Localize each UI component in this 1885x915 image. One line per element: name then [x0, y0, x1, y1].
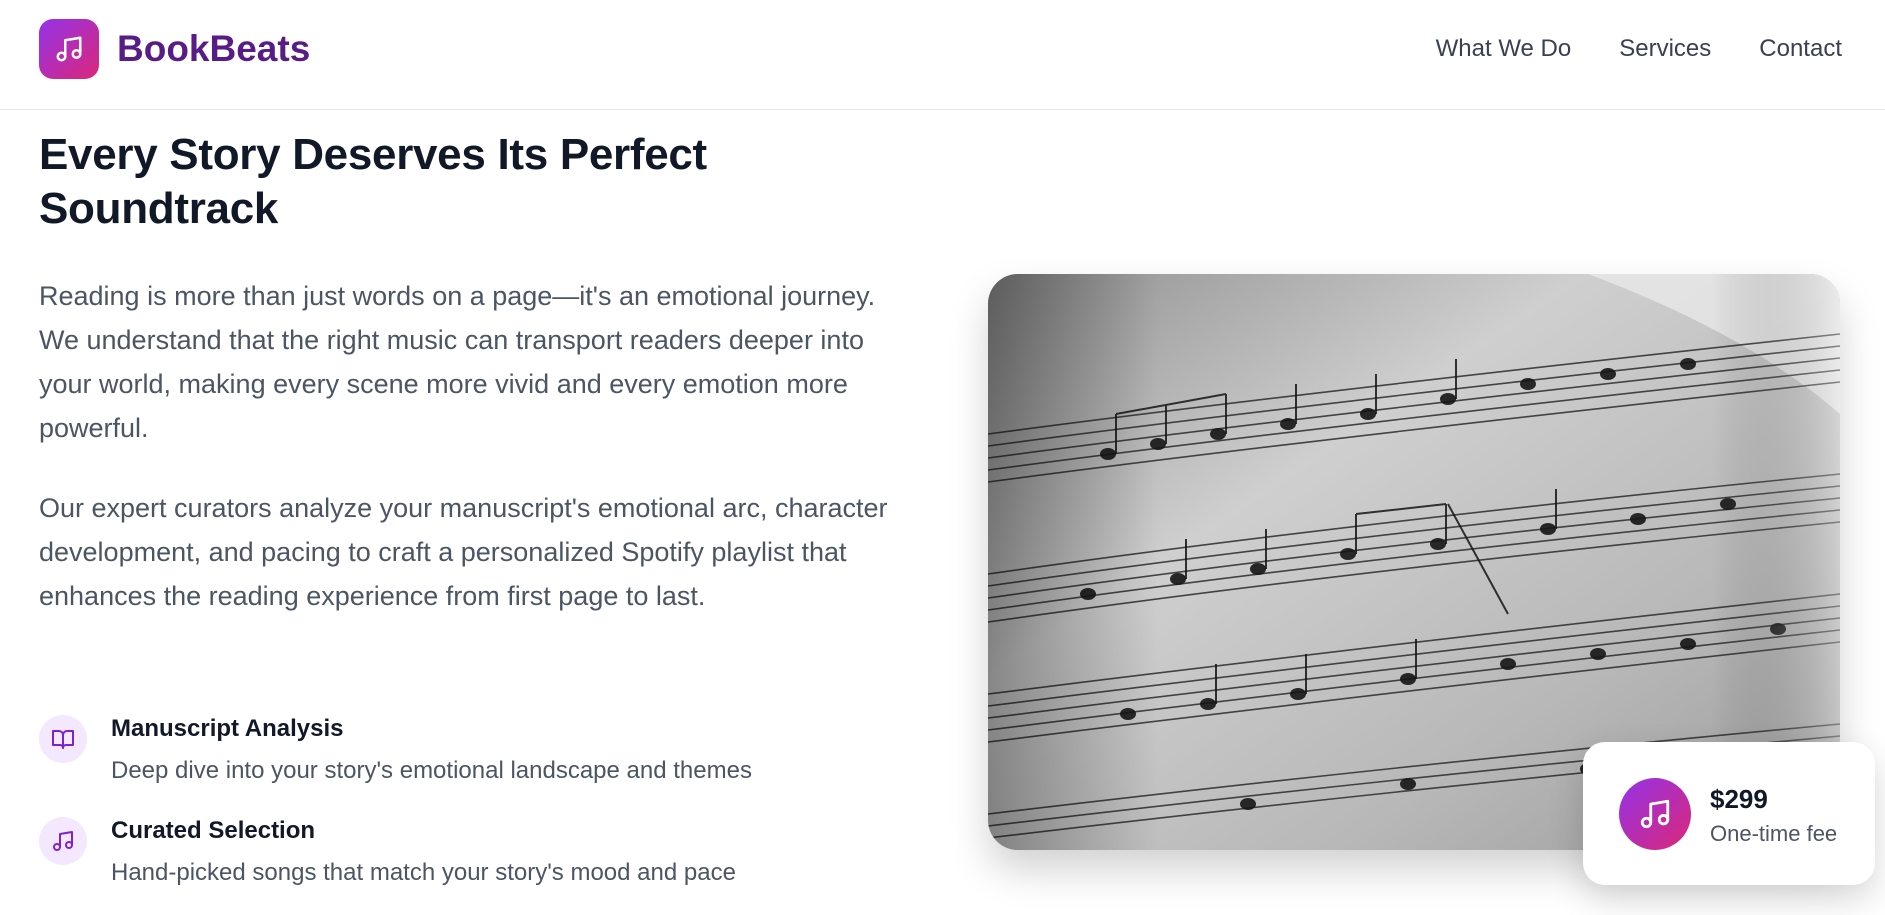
feature-title: Curated Selection [111, 817, 316, 844]
price-card: $299 One-time fee [1583, 742, 1875, 885]
feature-title: Manuscript Analysis [111, 715, 344, 742]
price-label: One-time fee [1710, 821, 1838, 846]
logo[interactable] [39, 19, 99, 79]
feature-item-curated-selection: Curated Selection Hand-picked songs that… [39, 811, 939, 901]
hero-paragraph-1: Reading is more than just words on a pag… [39, 281, 876, 443]
hero-paragraph-2: Our expert curators analyze your manuscr… [39, 493, 888, 611]
main-nav: What We Do Services Contact [1436, 30, 1842, 68]
hero-title: Every Story Deserves Its Perfect Soundtr… [39, 130, 707, 233]
feature-description: Hand-picked songs that match your story'… [111, 859, 736, 886]
nav-link-contact[interactable]: Contact [1759, 30, 1842, 68]
music-note-icon [56, 36, 82, 62]
nav-link-services[interactable]: Services [1619, 30, 1711, 68]
nav-link-what-we-do[interactable]: What We Do [1436, 30, 1572, 68]
book-open-icon [39, 715, 87, 763]
brand-name[interactable]: BookBeats [117, 26, 310, 72]
feature-description: Deep dive into your story's emotional la… [111, 757, 752, 784]
feature-item-manuscript-analysis: Manuscript Analysis Deep dive into your … [39, 709, 939, 799]
music-note-icon [1619, 778, 1691, 850]
price-amount: $299 [1710, 784, 1768, 814]
site-header: BookBeats What We Do Services Contact [0, 0, 1885, 110]
music-note-icon [39, 817, 87, 865]
